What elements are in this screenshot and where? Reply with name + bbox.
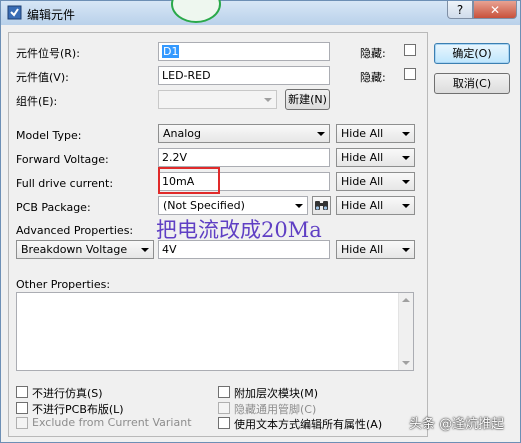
attach-hierarchy-label: 附加层次模块(M) [234,387,319,400]
chevron-down-icon [402,248,410,252]
value-hidden-checkbox[interactable] [404,68,416,80]
other-properties-label: Other Properties: [16,278,111,291]
annotation-text: 把电流改成20Ma [156,218,322,242]
ref-hidden-label: 隐藏: [360,47,386,60]
help-button[interactable]: ? [447,1,473,19]
textarea-scrollbar[interactable] [398,293,413,370]
full-drive-current-hide-select[interactable]: Hide All [336,172,415,191]
background-schematic-circle [171,0,221,23]
forward-voltage-hide-select[interactable]: Hide All [336,148,415,167]
group-select[interactable] [158,90,277,109]
exclude-variant-label: Exclude from Current Variant [32,416,192,429]
group-label: 组件(E): [16,95,58,108]
window-title: 编辑元件 [27,8,76,22]
chevron-down-icon [402,156,410,160]
scroll-up-icon [402,298,410,302]
advanced-property-select[interactable]: Breakdown Voltage [16,240,154,259]
pcb-package-select[interactable]: (Not Specified) [158,196,308,215]
ref-hidden-checkbox[interactable] [404,44,416,56]
value-input[interactable]: LED-RED [158,66,330,85]
attach-hierarchy-checkbox[interactable] [218,386,230,398]
new-button[interactable]: 新建(N) [285,89,330,110]
model-type-hide-value: Hide All [341,127,384,140]
cancel-button[interactable]: 取消(C) [434,73,510,94]
scroll-down-icon [402,361,410,365]
ref-label: 元件位号(R): [16,47,80,60]
no-pcb-label: 不进行PCB布版(L) [32,403,124,416]
edit-component-dialog: 编辑元件 ? ✕ 元件位号(R): D1 隐藏: 元件值(V): LED-RED… [0,0,521,443]
model-type-label: Model Type: [16,129,82,142]
value-hidden-label: 隐藏: [360,71,386,84]
chevron-down-icon [402,180,410,184]
forward-voltage-input[interactable]: 2.2V [158,148,330,167]
value-label: 元件值(V): [16,71,69,84]
advanced-properties-label: Advanced Properties: [16,224,134,237]
chevron-down-icon [402,132,410,136]
edit-as-text-checkbox[interactable] [218,417,230,429]
hide-common-pins-label: 隐藏通用管脚(C) [234,403,317,416]
chevron-down-icon [264,98,272,102]
forward-voltage-hide-value: Hide All [341,151,384,164]
title-bar: 编辑元件 ? ✕ [1,0,520,25]
ok-button[interactable]: 确定(O) [434,43,510,64]
binoculars-icon [315,201,328,210]
no-simulate-label: 不进行仿真(S) [32,387,103,400]
close-button[interactable]: ✕ [473,1,517,19]
pcb-package-value: (Not Specified) [163,199,245,212]
breakdown-voltage-hide-select[interactable]: Hide All [336,240,415,259]
pcb-package-hide-select[interactable]: Hide All [336,196,415,215]
other-properties-textarea[interactable] [16,292,414,371]
chevron-down-icon [141,248,149,252]
pcb-package-label: PCB Package: [16,201,91,214]
ref-input[interactable]: D1 [158,42,330,61]
full-drive-current-label: Full drive current: [16,177,114,190]
no-simulate-checkbox[interactable] [16,386,28,398]
chevron-down-icon [402,204,410,208]
highlight-box [158,167,220,194]
hide-common-pins-checkbox[interactable] [218,402,230,414]
ref-value: D1 [162,45,180,58]
no-pcb-checkbox[interactable] [16,402,28,414]
edit-as-text-label: 使用文本方式编辑所有属性(A) [234,418,383,431]
chevron-down-icon [317,132,325,136]
pcb-package-hide-value: Hide All [341,199,384,212]
model-type-hide-select[interactable]: Hide All [336,124,415,143]
model-type-value: Analog [163,127,202,140]
package-browse-button[interactable] [312,196,331,215]
chevron-down-icon [295,204,303,208]
exclude-variant-checkbox[interactable] [16,417,28,429]
model-type-select[interactable]: Analog [158,124,330,143]
breakdown-voltage-hide-value: Hide All [341,243,384,256]
app-icon [7,5,22,20]
forward-voltage-label: Forward Voltage: [16,153,109,166]
full-drive-current-hide-value: Hide All [341,175,384,188]
watermark: 头条 @逢炕推起 [409,417,505,432]
advanced-property-value: Breakdown Voltage [21,243,128,256]
